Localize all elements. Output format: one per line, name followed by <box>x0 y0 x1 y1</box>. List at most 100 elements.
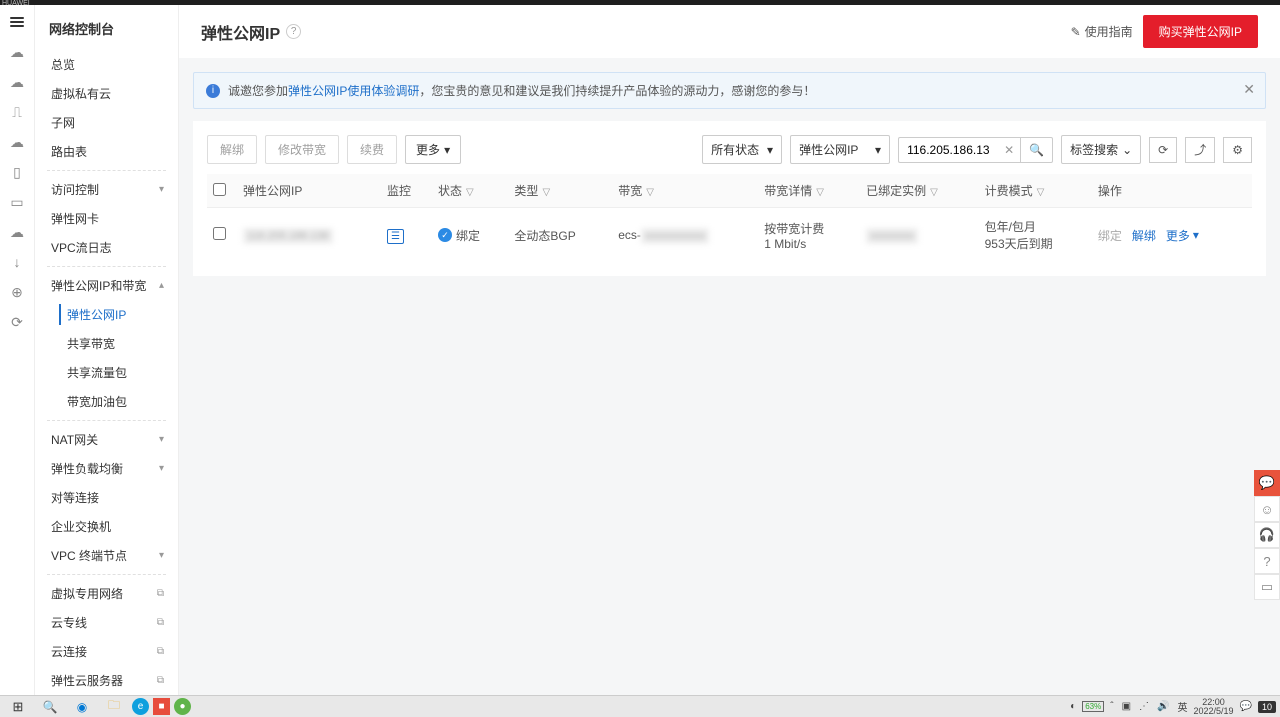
taskbar-clock[interactable]: 22:002022/5/19 <box>1193 698 1233 716</box>
col-bw[interactable]: 带宽▽ <box>612 174 758 208</box>
server-icon[interactable]: ⎍ <box>8 103 26 121</box>
eip-value[interactable]: 116.205.186.136 <box>243 228 333 244</box>
close-notice-icon[interactable]: ✕ <box>1243 81 1255 98</box>
filter-icon[interactable]: ▽ <box>466 187 474 198</box>
col-bound[interactable]: 已绑定实例▽ <box>860 174 978 208</box>
search-input[interactable] <box>898 137 998 163</box>
filter-icon[interactable]: ▽ <box>1037 187 1045 198</box>
sidebar-item-route[interactable]: 路由表 <box>35 137 178 166</box>
download-icon[interactable]: ↓ <box>8 253 26 271</box>
menu-icon[interactable] <box>8 13 26 31</box>
cloud-icon-2[interactable]: ☁ <box>8 73 26 91</box>
modify-bandwidth-button[interactable]: 修改带宽 <box>265 135 339 164</box>
tray-icon[interactable]: ◐ <box>1068 701 1078 712</box>
sidebar-item-overview[interactable]: 总览 <box>35 50 178 79</box>
filter-icon[interactable]: ▽ <box>930 187 938 198</box>
refresh-icon[interactable]: ⟳ <box>8 313 26 331</box>
col-billing[interactable]: 计费模式▽ <box>979 174 1092 208</box>
sidebar-item-nic[interactable]: 弹性网卡 <box>35 204 178 233</box>
bw-detail-value: 按带宽计费1 Mbit/s <box>758 208 860 263</box>
filter-icon[interactable]: ▽ <box>816 187 824 198</box>
sidebar-item-subnet[interactable]: 子网 <box>35 108 178 137</box>
refresh-button[interactable]: ⟳ <box>1149 137 1177 163</box>
help-icon[interactable]: ? <box>286 24 301 39</box>
headset-icon[interactable]: 🎧 <box>1254 522 1280 548</box>
select-all-checkbox[interactable] <box>213 183 226 196</box>
settings-button[interactable]: ⚙ <box>1223 137 1252 163</box>
sidebar-item-cc[interactable]: 云连接⧉ <box>35 637 178 666</box>
monitor-icon[interactable]: ☰ <box>387 229 404 244</box>
sidebar-item-shared-bw[interactable]: 共享带宽 <box>67 329 178 358</box>
billing-value: 包年/包月953天后到期 <box>979 208 1092 263</box>
sidebar-item-vpc[interactable]: 虚拟私有云 <box>35 79 178 108</box>
eip-table: 弹性公网IP 监控 状态▽ 类型▽ 带宽▽ 带宽详情▽ 已绑定实例▽ 计费模式▽… <box>207 174 1252 262</box>
search-taskbar-icon[interactable]: 🔍 <box>36 698 64 716</box>
doc-icon[interactable]: ▭ <box>1254 574 1280 600</box>
sidebar-item-peering[interactable]: 对等连接 <box>35 483 178 512</box>
start-button[interactable]: ⊞ <box>4 698 32 716</box>
notification-count[interactable]: 10 <box>1258 701 1276 713</box>
col-status[interactable]: 状态▽ <box>432 174 508 208</box>
sidebar-item-nat[interactable]: NAT网关▾ <box>35 425 178 454</box>
guide-link[interactable]: ✎使用指南 <box>1071 23 1133 40</box>
sidebar-item-dc[interactable]: 云专线⧉ <box>35 608 178 637</box>
bound-icon: ✓ <box>438 228 452 242</box>
battery-icon[interactable]: 63% <box>1082 701 1104 712</box>
sidebar-item-switch[interactable]: 企业交换机 <box>35 512 178 541</box>
filter-icon[interactable]: ▽ <box>646 187 654 198</box>
ime-indicator[interactable]: 英 <box>1175 699 1189 714</box>
sidebar-item-vpcep[interactable]: VPC 终端节点▾ <box>35 541 178 570</box>
app-icon-green[interactable]: ● <box>174 698 191 715</box>
type-filter-select[interactable]: 弹性公网IP▾ <box>790 135 890 164</box>
sidebar-item-eip-group[interactable]: 弹性公网IP和带宽▴ <box>35 271 178 300</box>
wifi-icon[interactable]: ⋰ <box>1137 701 1151 712</box>
col-ops: 操作 <box>1092 174 1252 208</box>
row-checkbox[interactable] <box>213 227 226 240</box>
tablet-icon[interactable]: ▭ <box>8 193 26 211</box>
globe-icon[interactable]: ⊕ <box>8 283 26 301</box>
op-more[interactable]: 更多▾ <box>1166 227 1199 244</box>
app-icon-blue[interactable]: e <box>132 698 149 715</box>
explorer-icon[interactable]: 🗀 <box>100 698 128 716</box>
feedback-icon[interactable]: 💬 <box>1254 470 1280 496</box>
app-icon-red[interactable]: ■ <box>153 698 170 715</box>
cloud-icon[interactable]: ☁ <box>8 43 26 61</box>
op-unbind[interactable]: 解绑 <box>1132 229 1156 243</box>
cloud-icon-3[interactable]: ☁ <box>8 133 26 151</box>
col-type[interactable]: 类型▽ <box>508 174 612 208</box>
sidebar-item-flowlog[interactable]: VPC流日志 <box>35 233 178 262</box>
unbind-button[interactable]: 解绑 <box>207 135 257 164</box>
sidebar-item-dvpn[interactable]: 虚拟专用网络⧉ <box>35 579 178 608</box>
filter-icon[interactable]: ▽ <box>542 187 550 198</box>
clear-search-icon[interactable]: ✕ <box>998 137 1020 163</box>
volume-icon[interactable]: 🔊 <box>1155 701 1171 712</box>
tray-up-icon[interactable]: ˆ <box>1108 701 1115 712</box>
search-button[interactable]: 🔍 <box>1020 137 1053 163</box>
mobile-icon[interactable]: ▯ <box>8 163 26 181</box>
sidebar-item-eip[interactable]: 弹性公网IP <box>67 300 178 329</box>
edge-icon[interactable]: ◉ <box>68 698 96 716</box>
status-badge: ✓绑定 <box>438 227 480 244</box>
export-button[interactable]: ⤴ <box>1185 137 1215 163</box>
buy-eip-button[interactable]: 购买弹性公网IP <box>1143 15 1258 48</box>
col-eip[interactable]: 弹性公网IP <box>237 174 381 208</box>
sidebar-item-elb[interactable]: 弹性负载均衡▾ <box>35 454 178 483</box>
cloud-icon-4[interactable]: ☁ <box>8 223 26 241</box>
more-dropdown[interactable]: 更多▾ <box>405 135 461 164</box>
tag-search-select[interactable]: 标签搜索⌄ <box>1061 135 1141 164</box>
system-tray: ◐ 63% ˆ ▣ ⋰ 🔊 英 22:002022/5/19 💬 10 <box>1068 698 1276 716</box>
status-filter-select[interactable]: 所有状态▾ <box>702 135 782 164</box>
help-float-icon[interactable]: ? <box>1254 548 1280 574</box>
chevron-down-icon: ▾ <box>159 434 164 445</box>
col-bw-detail[interactable]: 带宽详情▽ <box>758 174 860 208</box>
sidebar: 网络控制台 总览 虚拟私有云 子网 路由表 访问控制▾ 弹性网卡 VPC流日志 … <box>35 5 179 695</box>
chat-tray-icon[interactable]: 💬 <box>1238 701 1254 712</box>
survey-link[interactable]: 弹性公网IP使用体验调研 <box>288 84 419 98</box>
sidebar-item-acl[interactable]: 访问控制▾ <box>35 175 178 204</box>
sidebar-item-shared-pkg[interactable]: 共享流量包 <box>67 358 178 387</box>
sidebar-item-bw-addon[interactable]: 带宽加油包 <box>67 387 178 416</box>
smile-icon[interactable]: ☺ <box>1254 496 1280 522</box>
tray-monitor-icon[interactable]: ▣ <box>1120 701 1133 712</box>
renew-button[interactable]: 续费 <box>347 135 397 164</box>
sidebar-item-ecs[interactable]: 弹性云服务器⧉ <box>35 666 178 695</box>
